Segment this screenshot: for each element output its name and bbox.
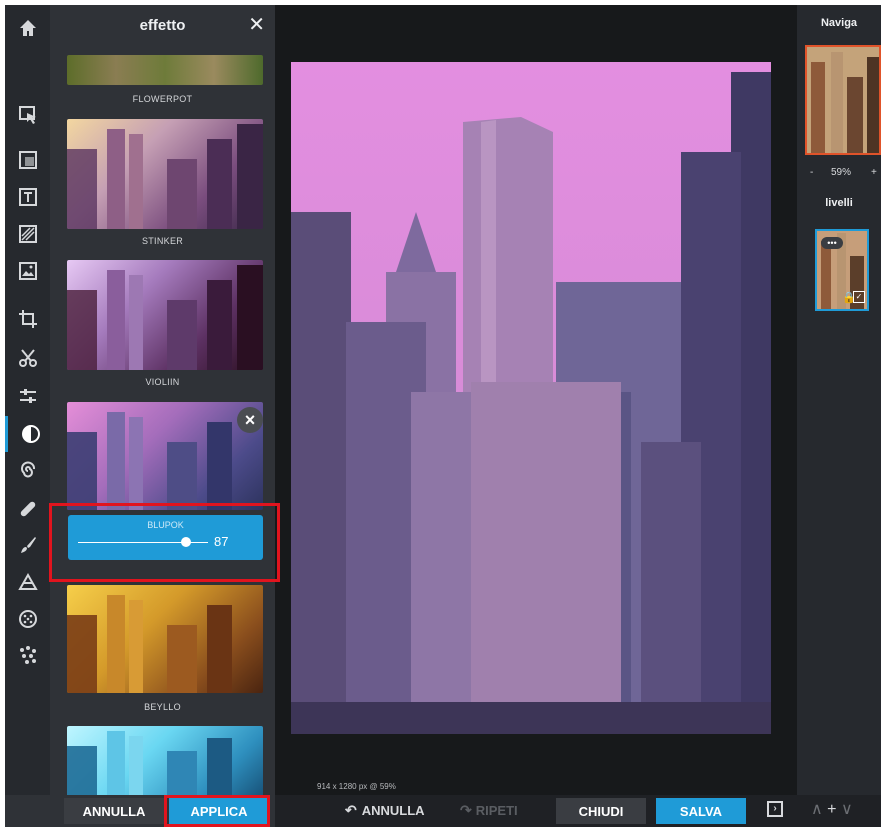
navigator-title: Naviga xyxy=(820,17,858,29)
close-icon[interactable]: ✕ xyxy=(248,14,265,36)
save-button[interactable]: SALVA xyxy=(656,798,746,824)
effect-thumbnail-blupok[interactable] xyxy=(67,402,263,510)
crop-icon[interactable] xyxy=(5,301,50,337)
zoom-value: 59% xyxy=(831,167,852,178)
navigator-thumbnail[interactable] xyxy=(805,45,881,155)
add-layer-icon[interactable]: + xyxy=(827,801,836,818)
layout-icon[interactable] xyxy=(5,142,50,178)
layer-item[interactable]: ••• 🔒 ✓ xyxy=(815,229,869,311)
effect-label: FLOWERPOT xyxy=(132,94,193,104)
move-down-icon[interactable]: ∨ xyxy=(841,801,853,818)
adjust-icon[interactable] xyxy=(5,378,50,414)
undo-icon: ↶ xyxy=(345,802,357,818)
draw-icon[interactable] xyxy=(5,564,50,600)
effect-icon[interactable] xyxy=(5,416,53,452)
redo-icon: ↷ xyxy=(460,802,472,818)
home-icon[interactable] xyxy=(5,10,50,46)
effect-label: VIOLIIN xyxy=(145,377,180,387)
thumbnail-buildings xyxy=(67,412,232,510)
editor-app: effetto ✕ FLOWERPOT STINKER VIOLIIN × BL… xyxy=(5,5,881,827)
highlight-slider-box xyxy=(49,503,280,582)
image-icon[interactable] xyxy=(5,253,50,289)
layers-title: livelli xyxy=(825,197,853,209)
thumbnail-buildings xyxy=(67,265,263,370)
navigator-preview xyxy=(807,47,879,153)
highlight-apply-box xyxy=(164,795,270,827)
city-photo xyxy=(291,62,771,734)
thumbnail-buildings xyxy=(67,595,232,693)
move-up-icon[interactable]: ∧ xyxy=(811,801,823,818)
photo-canvas[interactable] xyxy=(291,62,771,734)
undo-button[interactable]: ↶ ANNULLA xyxy=(345,802,425,819)
thumbnail-buildings xyxy=(67,731,232,795)
zoom-in-button[interactable]: + xyxy=(871,167,877,178)
effect-thumbnail-cyan[interactable] xyxy=(67,726,263,795)
panel-title: effetto xyxy=(139,17,186,34)
layer-options-icon[interactable]: ••• xyxy=(821,237,843,249)
layer-controls: ∧ + ∨ xyxy=(811,799,853,819)
left-toolbar xyxy=(5,5,50,827)
thumbnail-buildings xyxy=(67,124,263,229)
effect-thumbnail-stinker[interactable] xyxy=(67,119,263,229)
cut-icon[interactable] xyxy=(5,340,50,376)
effect-label: BEYLLO xyxy=(144,702,181,712)
particles-icon[interactable] xyxy=(5,637,50,673)
visibility-checkbox-icon[interactable]: ✓ xyxy=(853,291,865,303)
redo-button[interactable]: ↷ RIPETI xyxy=(460,802,518,819)
brush-icon[interactable] xyxy=(5,527,50,563)
cursor-icon[interactable] xyxy=(5,97,50,133)
remove-effect-icon[interactable]: × xyxy=(237,407,263,433)
effect-panel: effetto ✕ FLOWERPOT STINKER VIOLIIN × BL… xyxy=(50,5,275,795)
undo-label: ANNULLA xyxy=(361,803,425,818)
pattern-icon[interactable] xyxy=(5,601,50,637)
effect-thumbnail-beyllo[interactable] xyxy=(67,585,263,693)
toggle-panel-icon[interactable]: › xyxy=(767,801,783,817)
cancel-effect-button[interactable]: ANNULLA xyxy=(64,798,164,824)
effect-thumbnail-flowerpot[interactable] xyxy=(67,55,263,85)
close-button[interactable]: CHIUDI xyxy=(556,798,646,824)
text-icon[interactable] xyxy=(5,179,50,215)
texture-icon[interactable] xyxy=(5,216,50,252)
redo-label: RIPETI xyxy=(475,803,518,818)
effect-label: STINKER xyxy=(141,236,184,246)
effect-panel-header: effetto ✕ xyxy=(50,5,275,49)
zoom-out-button[interactable]: - xyxy=(810,167,813,178)
effect-thumbnail-violiin[interactable] xyxy=(67,260,263,370)
bandage-icon[interactable] xyxy=(5,491,50,527)
canvas-size-info: 914 x 1280 px @ 59% xyxy=(317,782,396,791)
swirl-icon[interactable] xyxy=(5,453,50,489)
